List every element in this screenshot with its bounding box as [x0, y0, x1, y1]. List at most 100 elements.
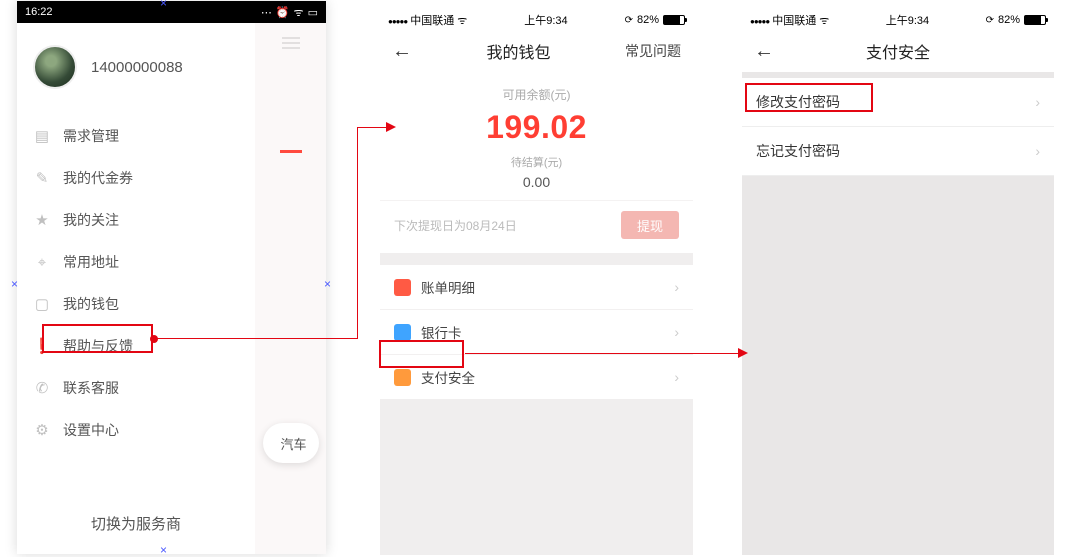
withdraw-hint: 下次提现日为08月24日: [394, 217, 517, 234]
arrow-line: [156, 338, 357, 339]
balance-card: 可用余额(元) 199.02 待结算(元) 0.00: [380, 72, 693, 200]
navbar: ← 我的钱包 常见问题: [380, 30, 693, 72]
sidebar-item-label: 设置中心: [63, 420, 119, 440]
pin-icon: ⌖: [33, 253, 51, 271]
profile-section[interactable]: 14000000088: [17, 23, 255, 115]
status-time: 上午9:34: [886, 12, 929, 28]
battery-icon: [663, 15, 685, 25]
wallet-screen: ●●●●● 中国联通 ᯤ 上午9:34 ⟳ 82% ← 我的钱包 常见问题 可用…: [380, 10, 693, 555]
sidebar-item-wallet[interactable]: ▢我的钱包: [17, 283, 255, 325]
blank-area: [380, 399, 693, 555]
row-label: 支付安全: [421, 367, 475, 387]
security-row-1[interactable]: 忘记支付密码 ›: [742, 127, 1054, 176]
status-time: 上午9:34: [524, 12, 567, 28]
side-drawer: 14000000088 ▤ 需求管理 ✎ 我的代金券 ★ 我的关注 ⌖常用地址▢我的钱包❗帮…: [17, 23, 255, 554]
arrow-line: [357, 127, 358, 339]
sidebar-item-label: 联系客服: [63, 378, 119, 398]
ticket-icon: ✎: [33, 169, 51, 187]
drawer-screen: 16:22 ⋯ ⏰ ᯤ ▭ 14000000088 ▤ 需求管理 ✎ 我的代金券 ★ 我的…: [17, 1, 326, 554]
crop-mark: ×: [11, 277, 18, 291]
row-label: 银行卡: [421, 322, 462, 342]
phone-number: 14000000088: [91, 59, 183, 76]
star-icon: ★: [33, 211, 51, 229]
drawer-backdrop[interactable]: 汽车: [255, 23, 326, 554]
arrow-line: [465, 353, 740, 354]
battery-icon: ▭: [308, 6, 318, 19]
accent-line: [280, 150, 302, 153]
wifi-icon: ᯤ: [819, 15, 829, 27]
balance-amount: 199.02: [380, 109, 693, 146]
sidebar-item-help[interactable]: ❗帮助与反馈: [17, 325, 255, 367]
status-icons: ⋯ ⏰ ᯤ ▭: [261, 5, 318, 20]
page-title: 支付安全: [866, 39, 930, 63]
battery-group: ⟳ 82%: [625, 14, 685, 26]
more-icon: ⋯: [261, 6, 272, 19]
arrow-head-icon: [386, 122, 396, 132]
withdraw-button[interactable]: 提现: [621, 211, 679, 239]
chevron-right-icon: ›: [1035, 143, 1040, 159]
security-row-0[interactable]: 修改支付密码 ›: [742, 78, 1054, 127]
sidebar-item-gear[interactable]: ⚙ 设置中心: [17, 409, 255, 451]
arrow-head-icon: [738, 348, 748, 358]
battery-pct: 82%: [998, 14, 1020, 26]
sidebar-item-label: 我的关注: [63, 210, 119, 230]
ios-status-bar: ●●●●● 中国联通 ᯤ 上午9:34 ⟳ 82%: [742, 10, 1054, 30]
row-label: 忘记支付密码: [756, 141, 840, 161]
sidebar-item-phone[interactable]: ✆ 联系客服: [17, 367, 255, 409]
list-icon: ▤: [33, 127, 51, 145]
sidebar-item-list[interactable]: ▤ 需求管理: [17, 115, 255, 157]
chevron-right-icon: ›: [1035, 94, 1040, 110]
sidebar-item-label: 需求管理: [63, 126, 119, 146]
carrier-label: 中国联通: [410, 15, 454, 27]
signal-carrier: ●●●●● 中国联通 ᯤ: [388, 12, 467, 28]
signal-dots-icon: ●●●●●: [750, 17, 769, 26]
crop-mark: ×: [160, 0, 167, 10]
signal-carrier: ●●●●● 中国联通 ᯤ: [750, 12, 829, 28]
back-button[interactable]: ←: [392, 40, 412, 63]
sidebar-item-label: 我的代金券: [63, 168, 133, 188]
row-label: 账单明细: [421, 277, 475, 297]
category-pill[interactable]: 汽车: [263, 423, 319, 463]
pending-label: 待结算(元): [380, 154, 693, 170]
arrow-line: [357, 127, 387, 128]
rotation-lock-icon: ⟳: [625, 15, 633, 26]
navbar: ← 支付安全: [742, 30, 1054, 72]
card-icon: [394, 324, 411, 341]
avatar[interactable]: [33, 45, 77, 89]
rotation-lock-icon: ⟳: [986, 15, 994, 26]
withdraw-row: 下次提现日为08月24日 提现: [380, 200, 693, 253]
carrier-label: 中国联通: [772, 15, 816, 27]
wifi-icon: ᯤ: [294, 5, 304, 20]
faq-link[interactable]: 常见问题: [625, 41, 681, 61]
wallet-row-card[interactable]: 银行卡 ›: [380, 310, 693, 355]
security-screen: ●●●●● 中国联通 ᯤ 上午9:34 ⟳ 82% ← 支付安全 修改支付密码 ›…: [742, 10, 1054, 555]
switch-role-button[interactable]: 切换为服务商: [17, 497, 255, 554]
wifi-icon: ᯤ: [457, 15, 467, 27]
crop-mark: ×: [324, 277, 331, 291]
pending-amount: 0.00: [380, 174, 693, 190]
wallet-icon: ▢: [33, 295, 51, 313]
back-button[interactable]: ←: [754, 40, 774, 63]
gear-icon: ⚙: [33, 421, 51, 439]
status-time: 16:22: [25, 6, 53, 18]
wallet-row-bill[interactable]: 账单明细 ›: [380, 265, 693, 310]
sidebar-item-label: 帮助与反馈: [63, 336, 133, 356]
battery-pct: 82%: [637, 14, 659, 26]
chevron-right-icon: ›: [674, 279, 679, 295]
battery-icon: [1024, 15, 1046, 25]
sidebar-item-star[interactable]: ★ 我的关注: [17, 199, 255, 241]
wallet-list: 账单明细 › 银行卡 › 支付安全›: [380, 265, 693, 399]
balance-label: 可用余额(元): [380, 86, 693, 103]
hamburger-icon[interactable]: [282, 37, 300, 49]
sidebar-item-pin[interactable]: ⌖常用地址: [17, 241, 255, 283]
key-icon: [394, 369, 411, 386]
phone-icon: ✆: [33, 379, 51, 397]
alarm-icon: ⏰: [276, 6, 290, 19]
arrow-start-dot: [150, 335, 158, 343]
wallet-row-key[interactable]: 支付安全›: [380, 355, 693, 399]
security-list: 修改支付密码 › 忘记支付密码 ›: [742, 78, 1054, 176]
row-label: 修改支付密码: [756, 92, 840, 112]
bill-icon: [394, 279, 411, 296]
chevron-right-icon: ›: [674, 324, 679, 340]
sidebar-item-ticket[interactable]: ✎ 我的代金券: [17, 157, 255, 199]
